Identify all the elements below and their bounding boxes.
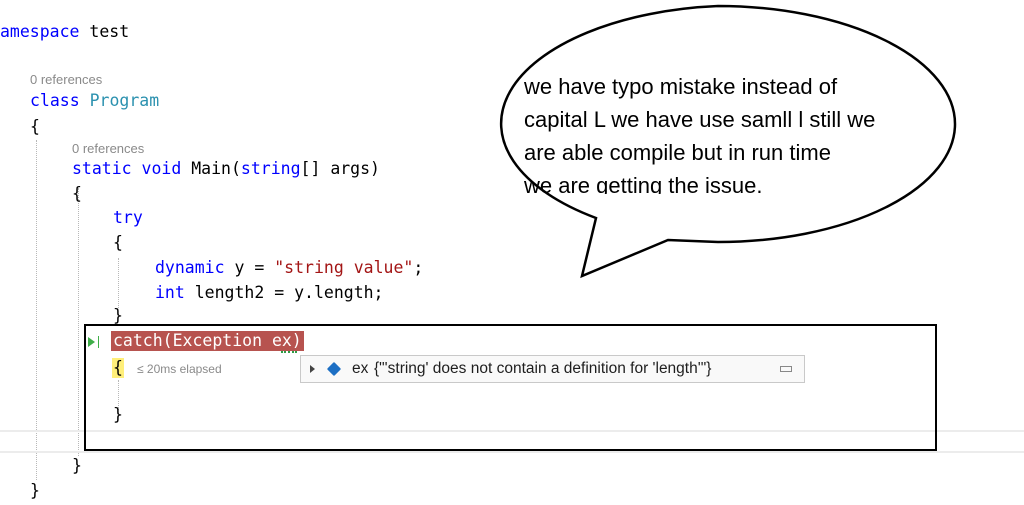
static-keyword: static xyxy=(72,159,132,178)
class-open-brace[interactable]: { xyxy=(30,117,40,137)
namespace-name: test xyxy=(89,22,130,41)
try-keyword[interactable]: try xyxy=(113,208,143,228)
try-close-brace[interactable]: } xyxy=(113,306,123,326)
void-keyword: void xyxy=(141,159,182,178)
method-close-brace[interactable]: } xyxy=(72,456,82,476)
code-line-namespace[interactable]: amespace test xyxy=(0,22,129,42)
indent-guide xyxy=(118,258,119,308)
method-name: Main( xyxy=(191,159,241,178)
callout-line-2: capital L we have use samll l still we xyxy=(524,107,876,132)
indent-guide xyxy=(78,188,79,456)
indent-guide xyxy=(36,140,37,480)
class-name: Program xyxy=(89,91,160,110)
params-rest: [] args) xyxy=(300,159,380,178)
namespace-keyword: amespace xyxy=(0,22,80,41)
expand-arrow-icon[interactable] xyxy=(310,365,315,373)
code-line-length[interactable]: int length2 = y.length; xyxy=(155,283,384,303)
codelens-references-main[interactable]: 0 references xyxy=(72,141,144,156)
dynamic-keyword: dynamic xyxy=(155,258,225,277)
callout-line-4: we are getting the issue. xyxy=(524,173,763,194)
datatip-value: {"'string' does not contain a definition… xyxy=(374,360,712,377)
exception-datatip[interactable]: ex {"'string' does not contain a definit… xyxy=(300,355,805,383)
exception-annotation-box xyxy=(84,324,937,451)
code-line-class[interactable]: class Program xyxy=(30,91,159,111)
int-keyword: int xyxy=(155,283,185,302)
code-line-dynamic[interactable]: dynamic y = "string value"; xyxy=(155,258,423,278)
pin-icon[interactable] xyxy=(780,366,792,372)
try-open-brace[interactable]: { xyxy=(113,233,123,253)
length-decl: length2 = y.length; xyxy=(194,283,384,302)
codelens-references-class[interactable]: 0 references xyxy=(30,72,102,87)
string-literal: "string value" xyxy=(274,258,414,277)
class-close-brace[interactable]: } xyxy=(30,481,40,501)
datatip-variable-name: ex xyxy=(352,360,369,377)
variable-object-icon xyxy=(326,361,342,377)
semicolon: ; xyxy=(413,258,424,277)
class-keyword: class xyxy=(30,91,80,110)
callout-text-block: we have typo mistake instead of capital … xyxy=(524,70,944,194)
current-line-bottom xyxy=(0,451,1024,453)
callout-line-1: we have typo mistake instead of xyxy=(524,74,838,99)
code-line-main-signature[interactable]: static void Main(string[] args) xyxy=(72,159,380,179)
variable-y-decl: y = xyxy=(234,258,275,277)
method-open-brace[interactable]: { xyxy=(72,184,82,204)
callout-line-3: are able compile but in run time xyxy=(524,140,831,165)
string-keyword: string xyxy=(240,159,301,178)
